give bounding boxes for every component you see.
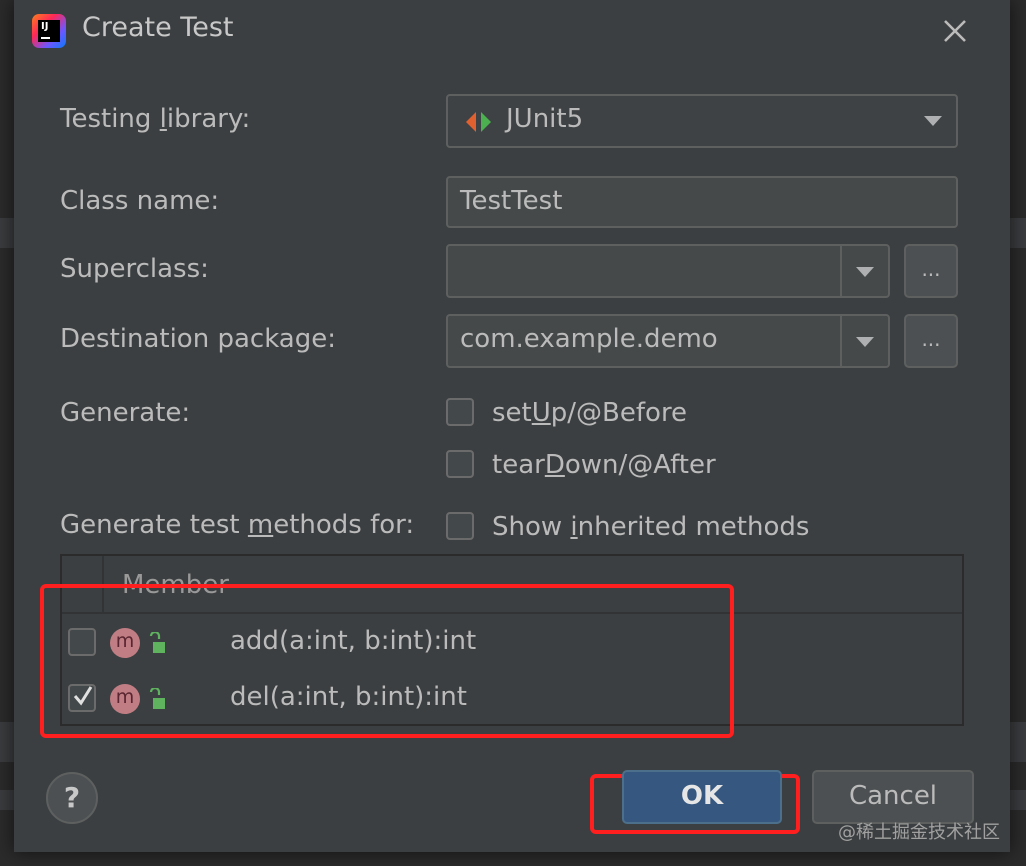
member-signature: del(a:int, b:int):int xyxy=(230,682,467,712)
junit5-icon xyxy=(466,112,491,132)
show-inherited-checkbox[interactable] xyxy=(446,512,474,540)
show-inherited-label[interactable]: Show inherited methods xyxy=(492,512,809,542)
cancel-button[interactable]: Cancel xyxy=(812,770,974,824)
member-column-header[interactable]: Member xyxy=(122,570,229,600)
destination-package-browse-button[interactable]: ... xyxy=(904,314,958,368)
destination-package-dropdown-button[interactable] xyxy=(840,316,888,366)
table-row[interactable]: m del(a:int, b:int):int xyxy=(62,670,962,726)
title-bar: IJ Create Test xyxy=(14,0,1010,64)
testing-library-label: Testing library: xyxy=(60,104,251,134)
close-icon[interactable] xyxy=(940,16,970,46)
chevron-down-icon xyxy=(924,116,942,126)
setup-checkbox-label[interactable]: setUp/@Before xyxy=(492,398,687,428)
members-table: Member m add(a:int, b:int):int m del(a:i xyxy=(60,554,964,726)
method-icon: m xyxy=(110,684,140,714)
teardown-checkbox[interactable] xyxy=(446,450,474,478)
superclass-combobox[interactable] xyxy=(446,244,890,298)
superclass-dropdown-button[interactable] xyxy=(840,246,888,296)
table-header: Member xyxy=(62,556,962,614)
method-icon: m xyxy=(110,628,140,658)
create-test-dialog: IJ Create Test Testing library: JUnit5 C… xyxy=(14,0,1010,852)
intellij-idea-logo-icon: IJ xyxy=(32,14,66,48)
header-separator xyxy=(102,556,104,612)
public-lock-icon xyxy=(149,632,165,653)
dialog-title: Create Test xyxy=(82,12,234,43)
generate-label: Generate: xyxy=(60,398,191,428)
table-row[interactable]: m add(a:int, b:int):int xyxy=(62,614,962,670)
public-lock-icon xyxy=(149,688,165,709)
testing-library-value: JUnit5 xyxy=(506,104,584,134)
teardown-checkbox-label[interactable]: tearDown/@After xyxy=(492,450,716,480)
chevron-down-icon xyxy=(856,337,874,347)
testing-library-dropdown[interactable]: JUnit5 xyxy=(446,94,958,148)
checkmark-icon xyxy=(73,686,93,706)
class-name-label: Class name: xyxy=(60,186,220,216)
class-name-value: TestTest xyxy=(460,186,563,216)
class-name-input[interactable]: TestTest xyxy=(446,176,958,228)
member-checkbox[interactable] xyxy=(68,684,96,712)
setup-checkbox[interactable] xyxy=(446,398,474,426)
ok-button[interactable]: OK xyxy=(622,770,782,824)
generate-methods-label: Generate test methods for: xyxy=(60,510,415,540)
help-button[interactable]: ? xyxy=(46,772,98,824)
chevron-down-icon xyxy=(856,267,874,277)
superclass-browse-button[interactable]: ... xyxy=(904,244,958,298)
member-checkbox[interactable] xyxy=(68,628,96,656)
member-signature: add(a:int, b:int):int xyxy=(230,626,477,656)
superclass-label: Superclass: xyxy=(60,254,209,284)
destination-package-label: Destination package: xyxy=(60,324,336,354)
destination-package-value: com.example.demo xyxy=(460,324,718,354)
destination-package-combobox[interactable]: com.example.demo xyxy=(446,314,890,368)
watermark: @稀土掘金技术社区 xyxy=(838,822,1000,843)
